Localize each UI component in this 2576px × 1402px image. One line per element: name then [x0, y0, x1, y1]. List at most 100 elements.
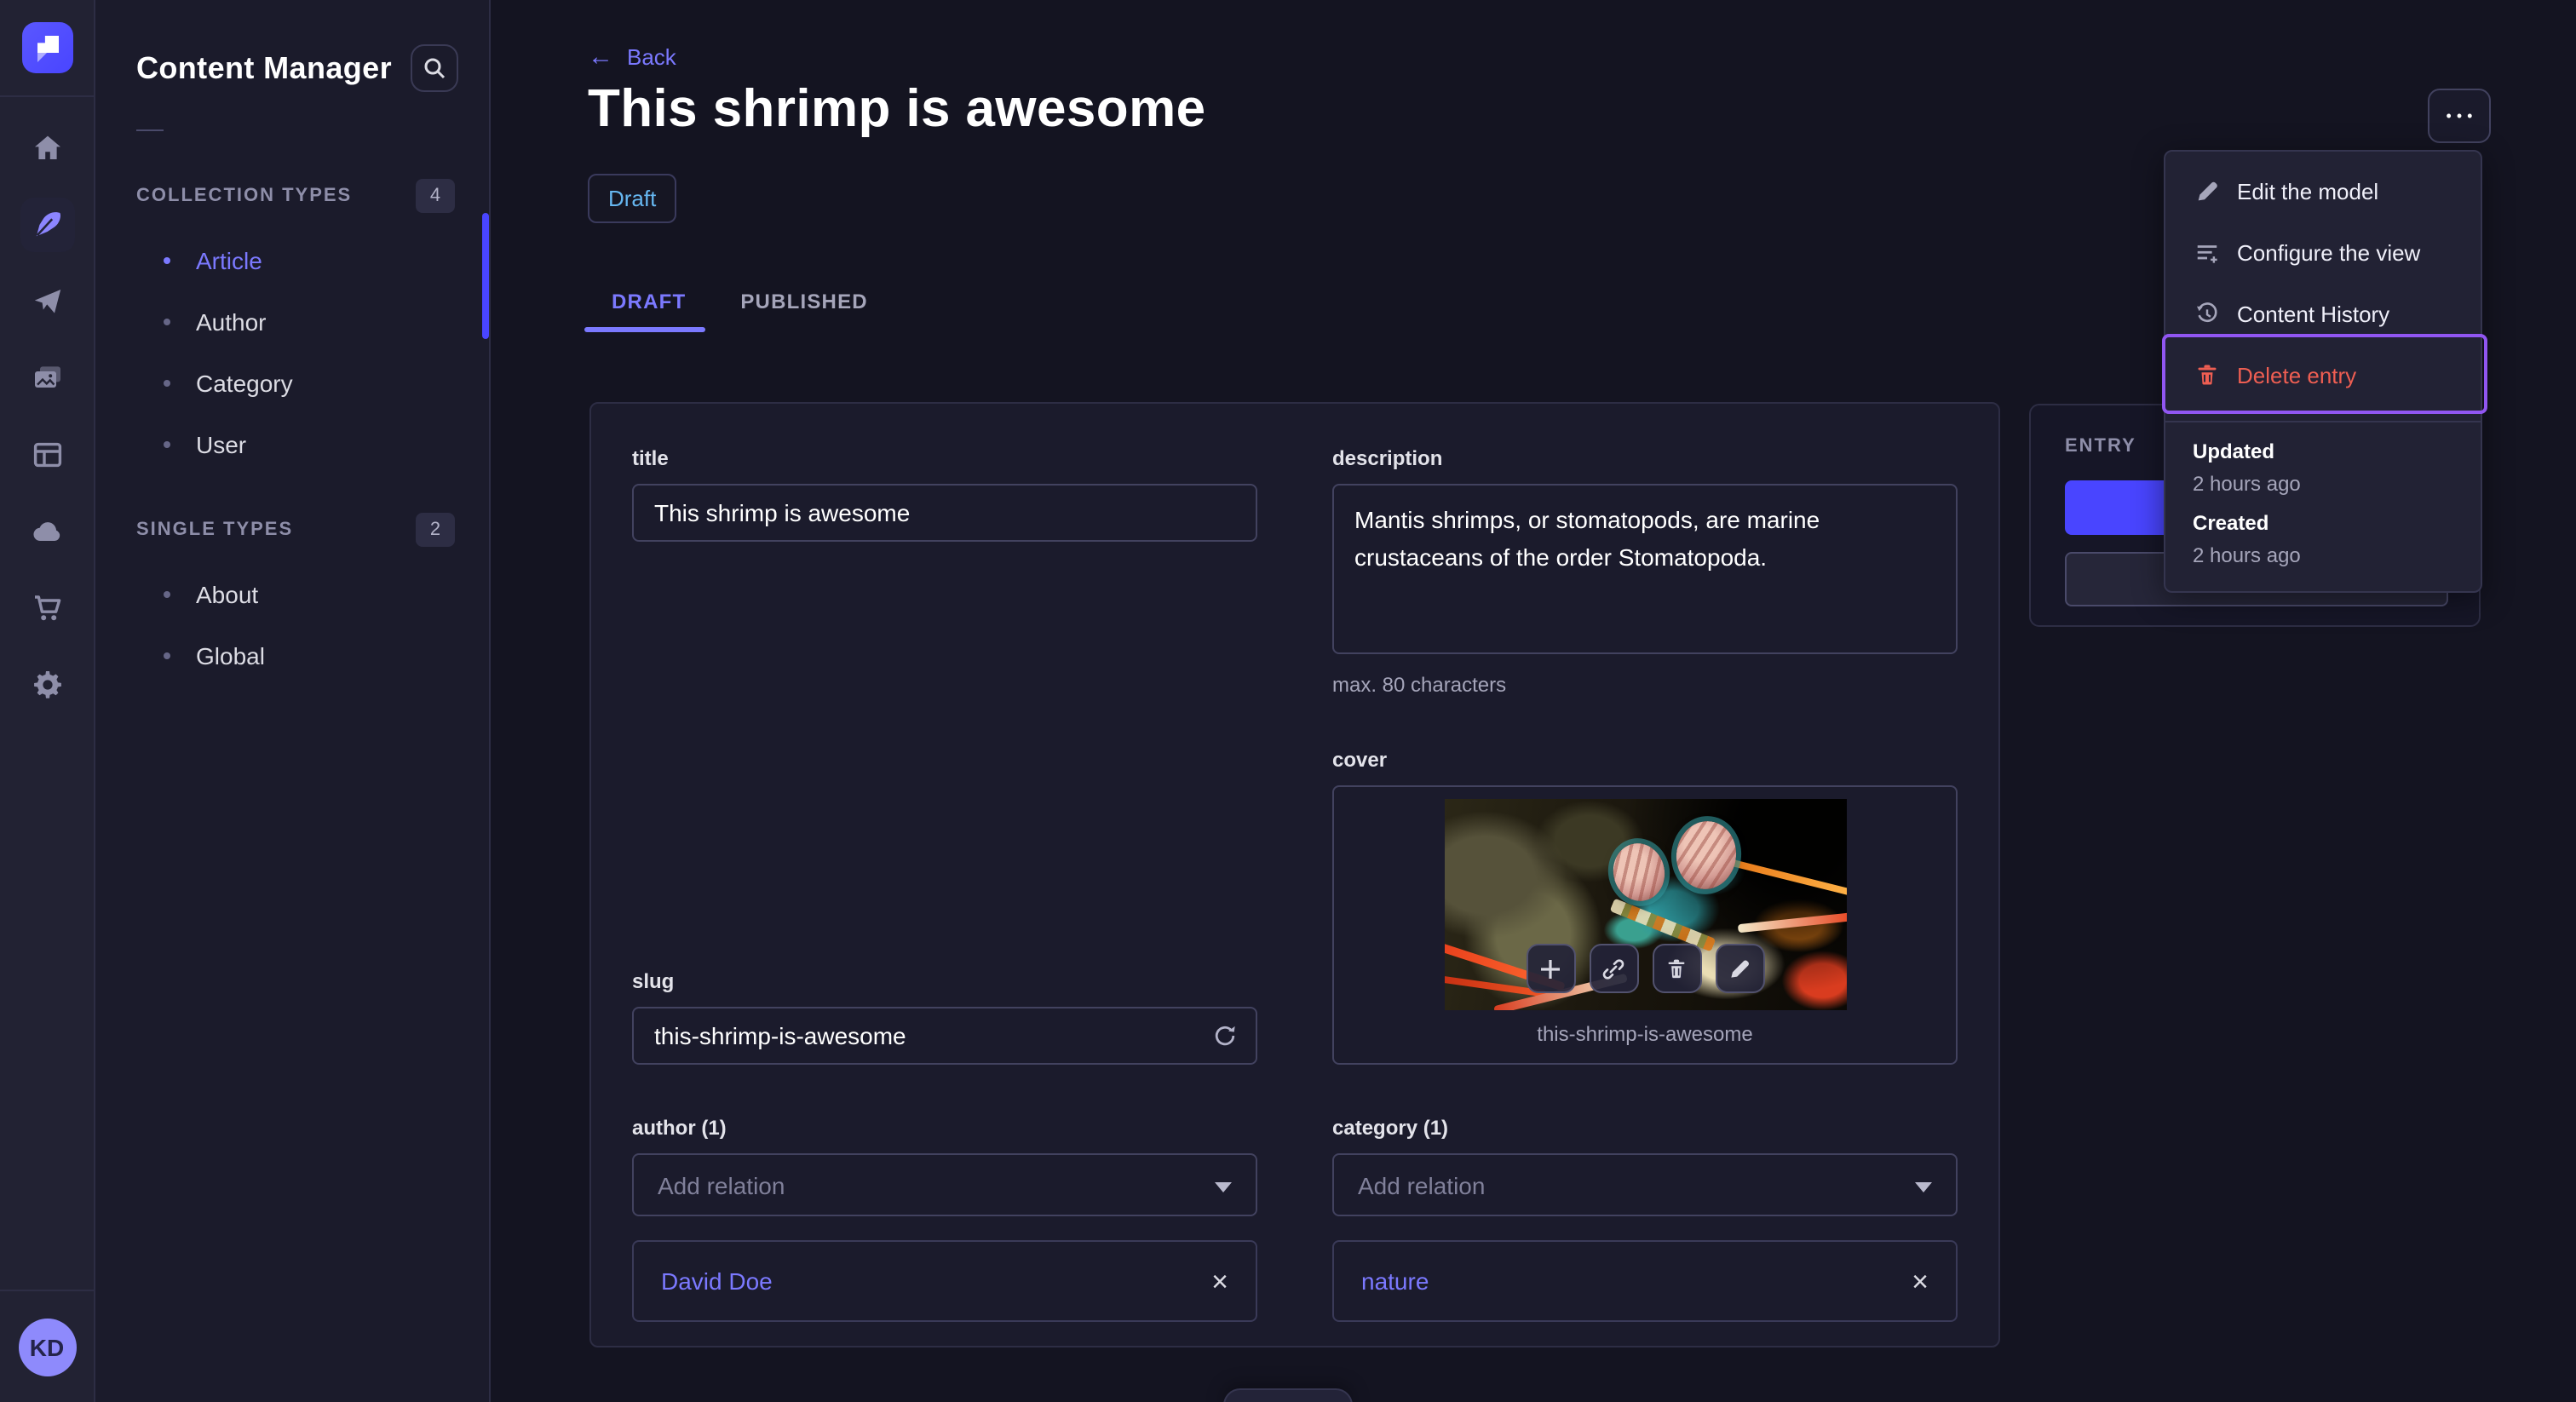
strapi-logo-glyph [37, 36, 59, 53]
bullet-icon [164, 257, 170, 264]
copy-link-button[interactable] [1589, 944, 1638, 993]
entry-meta: Updated 2 hours ago Created 2 hours ago [2165, 440, 2481, 567]
category-relation-select[interactable]: Add relation [1332, 1153, 1958, 1216]
trash-icon [2193, 362, 2220, 388]
subnav-divider [136, 129, 164, 131]
menu-item-edit-model[interactable]: Edit the model [2165, 160, 2481, 221]
home-icon [30, 131, 64, 165]
created-value: 2 hours ago [2193, 543, 2301, 567]
field-slug: slug [632, 969, 1257, 1065]
sidebar-item-home[interactable] [20, 121, 74, 175]
remove-relation-icon[interactable]: × [1912, 1267, 1929, 1296]
bullet-icon [164, 319, 170, 325]
trash-icon [1665, 957, 1688, 980]
collection-types-count-badge: 4 [416, 179, 455, 213]
entry-form-card: title description Mantis shrimps, or sto… [589, 402, 2000, 1347]
search-button[interactable] [411, 44, 458, 92]
author-relation-select[interactable]: Add relation [632, 1153, 1257, 1216]
description-field-label: description [1332, 446, 1443, 470]
menu-item-configure-view[interactable]: Configure the view [2165, 221, 2481, 283]
sidebar-item-about[interactable]: About [95, 564, 489, 625]
add-asset-button[interactable] [1526, 944, 1575, 993]
sidebar-item-author[interactable]: Author [95, 291, 489, 353]
tab-published[interactable]: PUBLISHED [713, 276, 895, 327]
cover-asset-card: this-shrimp-is-awesome [1332, 785, 1958, 1065]
category-field-label: category (1) [1332, 1116, 1449, 1140]
sidebar-divider [0, 95, 95, 97]
chevron-down-icon [1915, 1181, 1932, 1192]
sidebar-item-article[interactable]: Article [95, 230, 489, 291]
settings-gear-icon [30, 668, 64, 702]
relation-link[interactable]: nature [1361, 1267, 1429, 1295]
description-textarea[interactable]: Mantis shrimps, or stomatopods, are mari… [1332, 484, 1958, 654]
cover-image [1444, 799, 1846, 1010]
bullet-icon [164, 380, 170, 387]
cover-action-bar [1526, 944, 1764, 993]
edit-asset-button[interactable] [1715, 944, 1764, 993]
sidebar-item-media-library[interactable] [20, 351, 74, 405]
content-type-builder-icon [30, 438, 64, 472]
main-content: ← Back This shrimp is awesome Draft ••• … [491, 0, 2576, 1402]
menu-item-delete-entry[interactable]: Delete entry [2165, 344, 2481, 405]
relation-link[interactable]: David Doe [661, 1267, 773, 1295]
subnav-title: Content Manager [136, 50, 393, 84]
delete-asset-button[interactable] [1652, 944, 1701, 993]
arrow-left-icon: ← [588, 43, 613, 72]
bullet-icon [164, 591, 170, 598]
shrimp-eye [1607, 838, 1670, 906]
sidebar-bottom-divider [0, 1290, 95, 1291]
more-actions-menu: Edit the model Configure the view Conten… [2162, 150, 2487, 593]
chevron-down-icon [1215, 1181, 1232, 1192]
cloud-icon [30, 514, 64, 549]
sidebar-item-category[interactable]: Category [95, 353, 489, 414]
bullet-icon [164, 652, 170, 659]
title-input[interactable] [632, 484, 1257, 542]
slug-input[interactable] [632, 1007, 1257, 1065]
updated-label: Updated [2193, 440, 2274, 463]
sidebar-item-releases[interactable] [20, 274, 74, 329]
menu-item-content-history[interactable]: Content History [2165, 283, 2481, 344]
single-types-label: SINGLE TYPES [136, 520, 294, 540]
paper-plane-icon [30, 284, 64, 319]
field-author: author (1) Add relation David Doe × [632, 1116, 1257, 1322]
field-cover: cover this-shrimp-is-awesome [1332, 748, 1958, 1065]
single-types-count-badge: 2 [416, 513, 455, 547]
history-clock-icon [2193, 301, 2220, 326]
sidebar-item-content-manager[interactable] [20, 198, 74, 252]
field-description: description Mantis shrimps, or stomatopo… [1332, 446, 1958, 697]
draft-published-tabs: DRAFT PUBLISHED [584, 276, 895, 332]
user-avatar[interactable]: KD [18, 1319, 76, 1376]
content-manager-subnav: Content Manager COLLECTION TYPES 4 Artic… [95, 0, 491, 1402]
sidebar-item-deploy[interactable] [20, 504, 74, 559]
search-icon [423, 56, 446, 80]
main-sidebar: KD [0, 0, 95, 1402]
cover-filename: this-shrimp-is-awesome [1537, 1022, 1753, 1046]
media-library-icon [30, 361, 64, 395]
app-window: KD Content Manager COLLECTION TYPES 4 Ar… [0, 0, 2576, 1402]
tab-draft[interactable]: DRAFT [584, 276, 713, 327]
plus-icon [1538, 957, 1562, 980]
sidebar-item-marketplace[interactable] [20, 581, 74, 635]
status-badge: Draft [588, 174, 677, 223]
field-category: category (1) Add relation nature × [1332, 1116, 1958, 1322]
sidebar-item-user[interactable]: User [95, 414, 489, 475]
configure-list-icon [2193, 239, 2220, 265]
title-field-label: title [632, 446, 669, 470]
sidebar-item-content-type-builder[interactable] [20, 428, 74, 482]
floating-action-bar[interactable] [1223, 1388, 1353, 1402]
marketplace-cart-icon [30, 591, 64, 625]
regenerate-slug-button[interactable] [1210, 1020, 1240, 1051]
remove-relation-icon[interactable]: × [1211, 1267, 1228, 1296]
category-relation-item: nature × [1332, 1240, 1958, 1322]
sidebar-item-global[interactable]: Global [95, 625, 489, 687]
strapi-logo[interactable] [21, 22, 72, 73]
strapi-logo-glyph-shade [37, 53, 47, 63]
more-actions-button[interactable]: ••• [2428, 89, 2491, 143]
created-label: Created [2193, 511, 2269, 535]
back-link[interactable]: ← Back [588, 44, 676, 70]
sidebar-item-settings[interactable] [20, 658, 74, 712]
feather-icon [30, 208, 64, 242]
author-field-label: author (1) [632, 1116, 727, 1140]
pencil-icon [1728, 957, 1751, 980]
pencil-icon [2193, 178, 2220, 204]
